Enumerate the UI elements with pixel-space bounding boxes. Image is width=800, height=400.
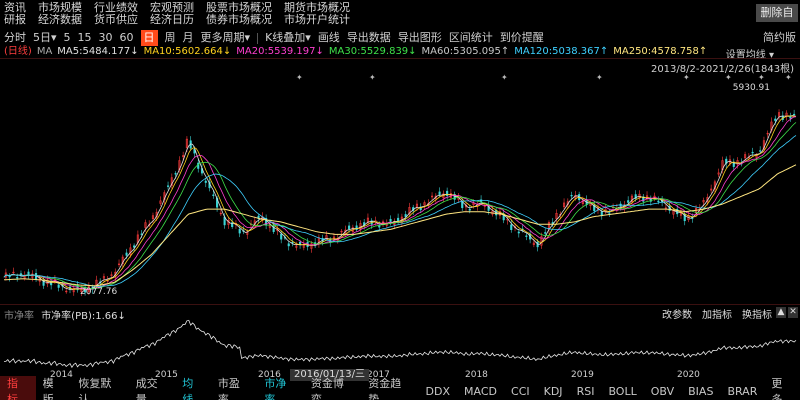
tab-bias[interactable]: BIAS — [681, 384, 720, 400]
year-label: 2019 — [571, 370, 594, 380]
candle-body — [600, 211, 603, 216]
indicator-tabs: 指标 模版 恢复默认 成交量 均线 市盈率 市净率 资金博弈 资金趋势 DDX … — [0, 376, 800, 400]
year-label: 2020 — [677, 370, 700, 380]
tab-indicator[interactable]: 指标 — [0, 376, 36, 400]
candle-body — [627, 200, 630, 203]
tab-macd[interactable]: MACD — [457, 384, 504, 400]
candle-body — [212, 194, 215, 196]
candle-body — [280, 233, 283, 240]
candle-body — [378, 225, 381, 228]
candle-body — [27, 271, 30, 276]
tab-pe[interactable]: 市盈率 — [211, 376, 258, 400]
candle-body — [759, 150, 762, 152]
tab-fund-trend[interactable]: 资金趋势 — [361, 376, 418, 400]
tab-rsi[interactable]: RSI — [570, 384, 602, 400]
sub-chart-title: 市净率 市净率(PB):1.66↓ — [4, 307, 126, 322]
candle-body — [404, 214, 407, 217]
candle-body — [468, 209, 471, 211]
candle-body — [348, 225, 351, 230]
tab-boll[interactable]: BOLL — [601, 384, 643, 400]
candle-body — [287, 243, 290, 247]
pb-line — [3, 319, 797, 369]
sub-chart-prefix: 市净率 — [4, 311, 34, 322]
candle-body — [570, 194, 573, 197]
tab-obv[interactable]: OBV — [644, 384, 681, 400]
candle-body — [16, 277, 19, 279]
candle-body — [167, 185, 170, 187]
candle-body — [133, 245, 136, 248]
switch-indicator-button[interactable]: 换指标 — [742, 306, 772, 321]
tab-volume[interactable]: 成交量 — [129, 376, 176, 400]
tab-template[interactable]: 模版 — [36, 376, 72, 400]
candle-body — [355, 225, 358, 231]
year-label: 2018 — [465, 370, 488, 380]
candle-body — [174, 173, 177, 175]
candle-body — [510, 224, 513, 230]
tab-restore-default[interactable]: 恢复默认 — [71, 376, 128, 400]
candle-body — [751, 151, 754, 154]
sub-chart-buttons: 改参数 加指标 换指标 — [652, 306, 772, 321]
close-icon[interactable]: ✕ — [788, 307, 798, 318]
candle-body — [525, 235, 528, 237]
candle-body — [544, 232, 547, 234]
candle-body — [389, 218, 392, 222]
chevron-up-icon[interactable]: ▲ — [776, 307, 786, 318]
tab-more[interactable]: 更多 — [764, 376, 800, 400]
tab-brar[interactable]: BRAR — [720, 384, 764, 400]
candle-body — [789, 116, 792, 119]
add-indicator-button[interactable]: 加指标 — [702, 306, 732, 321]
tab-moving-average[interactable]: 均线 — [175, 376, 211, 400]
tab-pb[interactable]: 市净率 — [257, 376, 304, 400]
candle-body — [204, 180, 207, 183]
candle-body — [125, 252, 128, 256]
tab-ddx[interactable]: DDX — [419, 384, 457, 400]
tab-fund-game[interactable]: 资金博弈 — [304, 376, 361, 400]
kline-chart[interactable] — [0, 0, 800, 400]
candle-body — [517, 231, 520, 234]
candle-body — [657, 200, 660, 203]
candle-body — [608, 212, 611, 214]
candle-body — [299, 241, 302, 245]
tab-kdj[interactable]: KDJ — [537, 384, 570, 400]
edit-params-button[interactable]: 改参数 — [662, 306, 692, 321]
candle-body — [793, 113, 796, 116]
pb-value-label: 市净率(PB):1.66↓ — [41, 311, 126, 322]
candle-body — [438, 191, 441, 196]
candle-body — [774, 118, 777, 121]
pb-ratio-line — [3, 319, 797, 369]
candle-body — [57, 284, 60, 288]
candle-body — [238, 228, 241, 234]
tab-cci[interactable]: CCI — [504, 384, 537, 400]
max-price-label: 5930.91 — [732, 83, 770, 93]
min-price-label: 2077.76 — [80, 287, 118, 297]
